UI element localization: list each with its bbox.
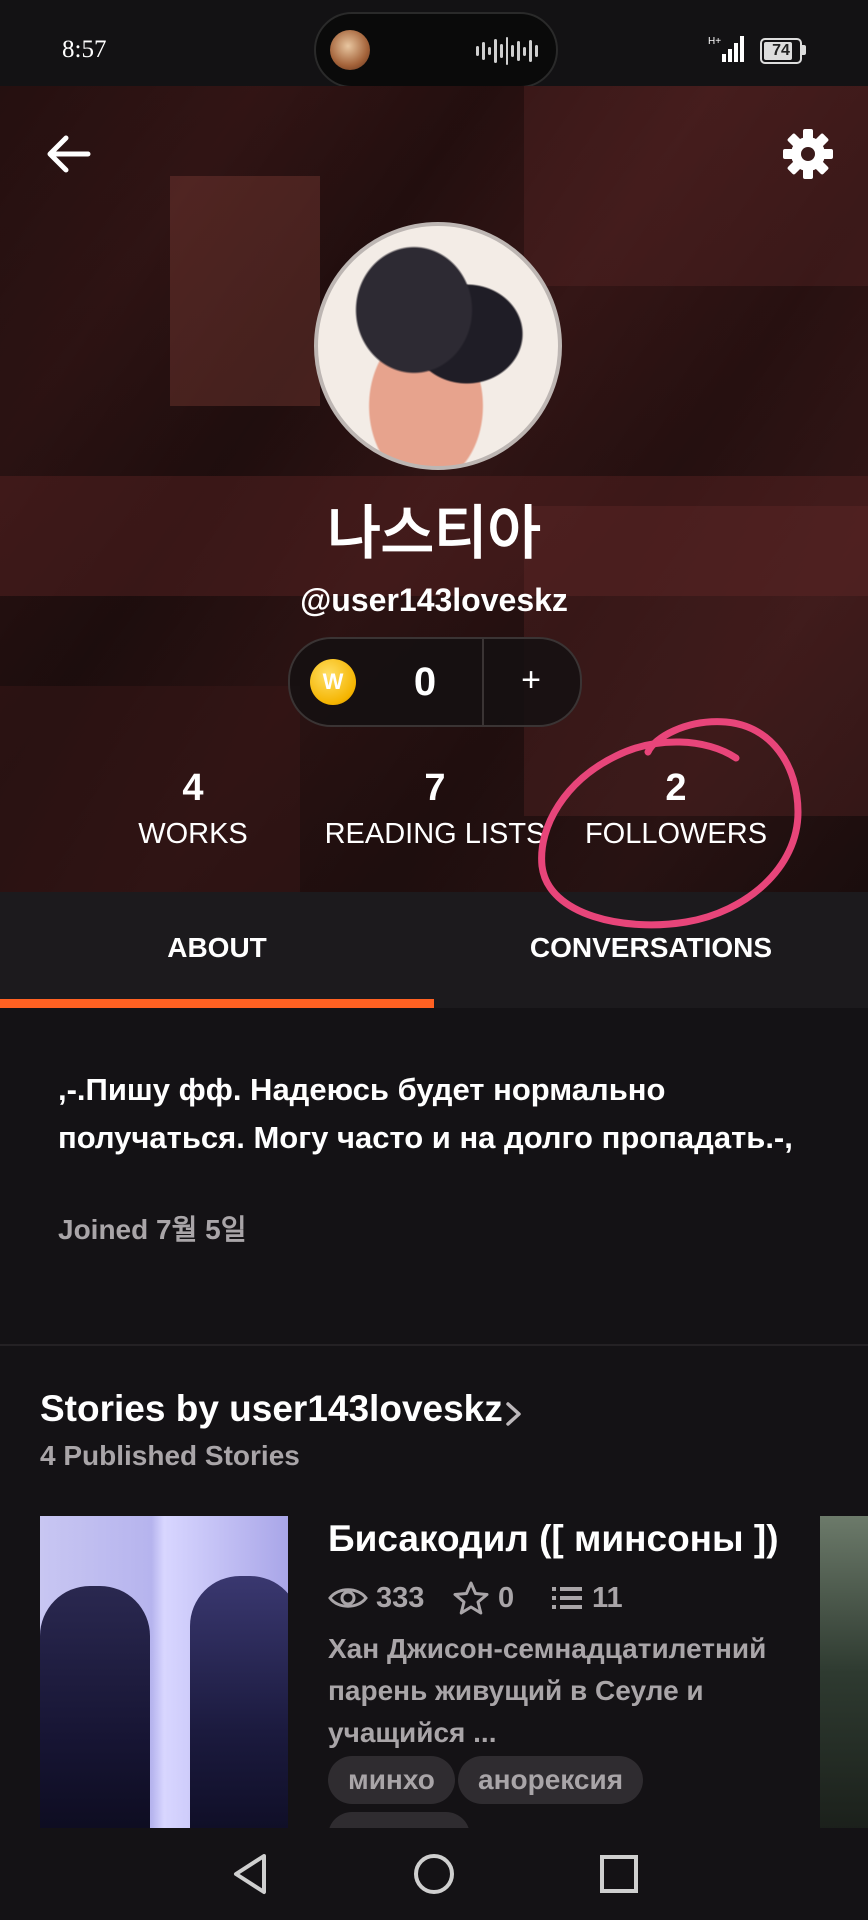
stories-count: 4 Published Stories <box>40 1440 300 1471</box>
nav-back-icon[interactable] <box>214 1842 284 1906</box>
username: @user143loveskz <box>300 582 568 618</box>
story-description: Хан Джисон-семнадцатилетний парень живущ… <box>328 1633 767 1748</box>
media-thumbnail <box>330 30 370 70</box>
stat-value: 4 <box>182 767 204 809</box>
eye-icon <box>328 1588 368 1608</box>
status-time: 8:57 <box>62 36 107 63</box>
story-votes: 0 <box>452 1580 514 1616</box>
audio-waveform-icon <box>476 36 538 66</box>
coin-balance-pill: W 0 + <box>288 637 582 727</box>
story-title[interactable]: Бисакодил ([ минсоны ]) <box>328 1518 828 1560</box>
tab-about[interactable]: ABOUT <box>0 932 434 964</box>
cover-photo <box>524 86 868 286</box>
back-arrow-icon[interactable] <box>40 126 96 182</box>
section-divider <box>0 1344 868 1346</box>
stat-label: READING LISTS <box>324 818 546 850</box>
battery-level: 74 <box>772 42 790 59</box>
chevron-right-icon[interactable] <box>502 1398 526 1430</box>
battery-tip <box>802 45 806 55</box>
stat-works[interactable]: 4 WORKS <box>73 766 313 854</box>
profile-bio: ,-.Пишу фф. Надеюсь будет нормально полу… <box>58 1072 793 1155</box>
stat-reading-lists[interactable]: 7 READING LISTS <box>315 766 555 854</box>
cover-photo <box>170 176 320 406</box>
gear-icon[interactable] <box>780 126 836 182</box>
tab-conversations[interactable]: CONVERSATIONS <box>434 932 868 964</box>
story-cover[interactable] <box>820 1516 868 1830</box>
battery-icon: 74 <box>760 38 802 64</box>
story-votes-count: 0 <box>498 1581 515 1614</box>
nav-recents-icon[interactable] <box>584 1842 654 1906</box>
tab-active-indicator <box>0 999 434 1008</box>
story-tag[interactable]: анорексия <box>458 1756 644 1804</box>
story-parts-count: 11 <box>592 1581 623 1614</box>
annotation-circle <box>538 718 802 929</box>
stat-label: WORKS <box>138 818 248 850</box>
add-coins-button[interactable]: + <box>484 657 578 703</box>
network-type: H+ <box>708 36 721 47</box>
story-reads: 333 <box>328 1580 424 1616</box>
star-icon <box>453 1581 489 1615</box>
signal-icon: H+ <box>708 36 744 62</box>
display-name: 나스티아 <box>327 501 541 566</box>
avatar[interactable] <box>314 222 562 470</box>
stories-section-title[interactable]: Stories by user143loveskz <box>40 1388 503 1430</box>
coin-count: 0 <box>413 660 437 704</box>
coin-icon-letter: W <box>322 669 344 694</box>
status-bar: 8:57 H+ 74 <box>0 0 868 88</box>
joined-date: Joined 7월 5일 <box>58 1214 247 1245</box>
coin-icon: W <box>310 659 356 705</box>
story-reads-count: 333 <box>376 1581 425 1614</box>
story-parts: 11 <box>550 1580 623 1616</box>
nav-home-icon[interactable] <box>399 1842 469 1906</box>
system-nav-bar <box>0 1828 868 1920</box>
story-cover[interactable] <box>40 1516 288 1830</box>
list-icon <box>552 1587 582 1609</box>
dynamic-island[interactable] <box>314 12 558 88</box>
story-tag[interactable]: минхо <box>328 1756 455 1804</box>
cover-figure <box>40 1586 150 1830</box>
stat-value: 7 <box>424 767 446 809</box>
cover-figure <box>190 1576 288 1830</box>
